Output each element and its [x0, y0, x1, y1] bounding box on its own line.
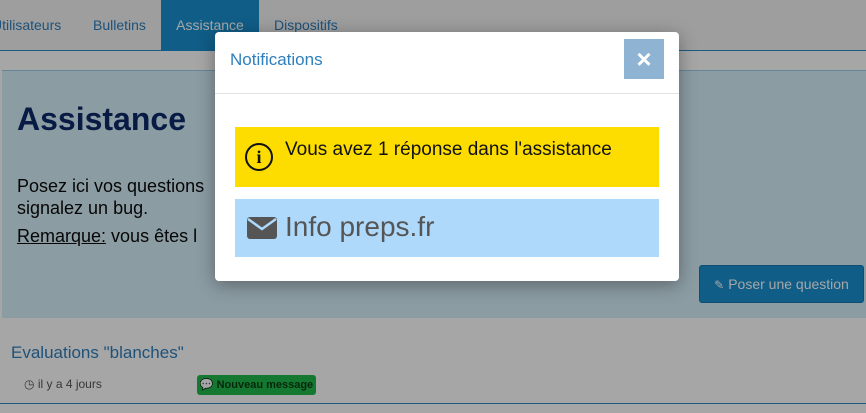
close-button[interactable]: × [624, 39, 664, 79]
assistance-alert[interactable]: i Vous avez 1 réponse dans l'assistance [235, 127, 659, 187]
info-alert-message: Info preps.fr [285, 211, 435, 242]
assistance-alert-message: Vous avez 1 réponse dans l'assistance [285, 139, 612, 160]
info-circle-icon: i [245, 143, 273, 171]
modal-title: Notifications [230, 50, 323, 69]
close-icon: × [636, 44, 652, 74]
notifications-modal: Notifications × i Vous avez 1 réponse da… [215, 32, 679, 281]
envelope-icon [247, 217, 277, 239]
modal-header: Notifications × [215, 32, 679, 94]
info-alert[interactable]: Info preps.fr [235, 199, 659, 257]
